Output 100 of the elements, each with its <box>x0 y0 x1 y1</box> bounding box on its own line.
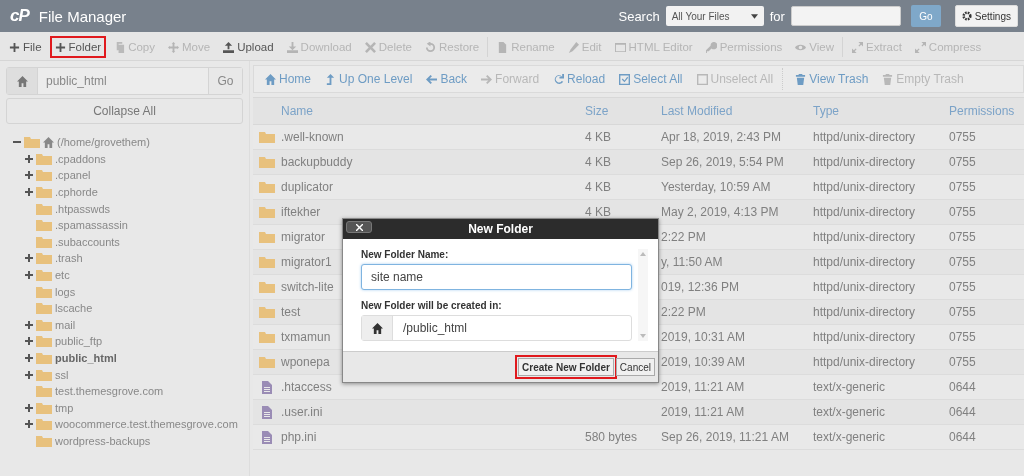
tree-item[interactable]: wordpress-backups <box>55 435 151 447</box>
column-header[interactable]: Type <box>813 104 949 118</box>
expand-icon[interactable] <box>25 154 33 163</box>
table-cell: 0755 <box>949 330 976 344</box>
location-field[interactable]: /public_html <box>361 315 632 341</box>
tree-item[interactable]: woocommerce.test.themesgrove.com <box>55 418 238 431</box>
close-icon <box>355 223 363 231</box>
expand-icon[interactable] <box>25 403 33 412</box>
column-header[interactable]: Last Modified <box>661 104 813 118</box>
expand-icon[interactable] <box>25 171 33 180</box>
folder-icon <box>259 256 275 268</box>
toolbar-button[interactable]: File <box>4 36 47 58</box>
tree-item[interactable]: public_html <box>55 352 117 364</box>
table-cell: 019, 12:36 PM <box>661 280 740 294</box>
file-name[interactable]: .well-known <box>281 130 585 144</box>
folder-icon <box>36 385 52 398</box>
table-cell: httpd/unix-directory <box>813 255 916 269</box>
table-cell: 0755 <box>949 255 976 269</box>
pencil-icon <box>567 41 579 53</box>
expand-icon[interactable] <box>25 188 33 197</box>
nav-button[interactable]: Up One Level <box>320 72 418 86</box>
tree-item[interactable]: lscache <box>55 302 93 315</box>
expand-icon[interactable] <box>25 354 33 362</box>
column-header[interactable]: Size <box>585 104 661 118</box>
left-arrow-icon <box>426 73 438 85</box>
expand-icon[interactable] <box>25 337 33 346</box>
folder-icon <box>36 152 52 165</box>
search-label: Search <box>618 8 660 24</box>
field-label: New Folder will be created in: <box>361 300 503 311</box>
close-button[interactable] <box>346 221 372 233</box>
table-cell: 0644 <box>949 405 976 419</box>
go-button[interactable]: Go <box>208 68 242 94</box>
folder-icon <box>36 352 52 364</box>
tree-item[interactable]: .cpanel <box>55 169 91 182</box>
folder-icon <box>36 285 52 298</box>
tree-item[interactable]: ssl <box>55 368 69 381</box>
folder-name-field[interactable]: site name <box>361 264 632 290</box>
expand-icon[interactable] <box>25 320 33 329</box>
toolbar-button[interactable]: Folder <box>49 36 107 58</box>
expand-icon[interactable] <box>25 370 33 379</box>
column-header[interactable]: Permissions <box>949 104 1024 118</box>
tree-item[interactable]: etc <box>55 269 70 282</box>
plus-icon <box>54 41 66 53</box>
expand-icon <box>914 41 926 53</box>
tree-item[interactable]: .htpasswds <box>55 202 111 215</box>
tree-item[interactable]: (/home/grovethem) <box>57 136 150 149</box>
nav-button[interactable]: Select All <box>614 72 688 86</box>
table-cell: 4 KB <box>585 205 611 219</box>
field-label: New Folder Name: <box>361 249 450 260</box>
expand-icon[interactable] <box>25 271 33 280</box>
column-header[interactable]: Name <box>281 104 585 118</box>
file-icon <box>262 430 272 444</box>
settings-button[interactable]: Settings <box>954 5 1018 27</box>
nav-button[interactable]: Reload <box>548 72 611 86</box>
tree-item[interactable]: test.themesgrove.com <box>55 385 164 398</box>
go-button[interactable]: Go <box>910 5 941 27</box>
folder-icon <box>259 281 275 293</box>
toolbar-button[interactable]: Upload <box>218 36 279 58</box>
table-cell: httpd/unix-directory <box>813 305 916 319</box>
app-title: File Manager <box>38 7 127 25</box>
undo-icon <box>425 41 436 53</box>
file-name[interactable]: duplicator <box>281 180 585 194</box>
tree-item[interactable]: .subaccounts <box>55 235 120 248</box>
expand-icon[interactable] <box>25 420 33 429</box>
search-scope-dropdown[interactable]: All Your Files <box>665 6 764 26</box>
folder-icon <box>36 219 52 232</box>
folder-icon <box>36 269 52 282</box>
search-field[interactable] <box>790 6 901 26</box>
tree-item[interactable]: logs <box>55 285 76 298</box>
checkbox-icon <box>619 73 631 85</box>
file-name[interactable]: .htaccess <box>281 380 585 394</box>
tree-item[interactable]: .trash <box>55 252 83 265</box>
home-icon <box>265 73 276 85</box>
x-icon <box>364 41 376 53</box>
file-name[interactable]: iftekher <box>281 205 585 219</box>
path-field[interactable]: public_html Go <box>6 67 243 95</box>
expand-icon[interactable] <box>25 254 33 263</box>
folder-icon <box>36 252 52 265</box>
empty-checkbox-icon <box>696 73 708 85</box>
file-name[interactable]: backupbuddy <box>281 155 585 169</box>
tree-item[interactable]: .spamassassin <box>55 219 128 232</box>
file-name[interactable]: .user.ini <box>281 405 585 419</box>
for-label: for <box>769 8 785 24</box>
nav-button[interactable]: Home <box>260 72 316 86</box>
folder-icon <box>36 401 52 414</box>
nav-button[interactable]: View Trash <box>790 72 874 86</box>
create-folder-button[interactable]: Create New Folder <box>518 358 614 376</box>
tree-item[interactable]: mail <box>55 318 76 331</box>
cancel-button[interactable]: Cancel <box>615 358 655 376</box>
nav-button[interactable]: Back <box>421 72 473 86</box>
file-name[interactable]: php.ini <box>281 430 585 444</box>
up-arrow-icon <box>325 73 336 85</box>
collapse-all-button[interactable]: Collapse All <box>6 98 243 124</box>
tree-item[interactable]: tmp <box>55 401 74 414</box>
table-cell: httpd/unix-directory <box>813 130 916 144</box>
tree-item[interactable]: .cphorde <box>55 186 98 199</box>
tree-item[interactable]: public_ftp <box>55 335 103 348</box>
table-cell: text/x-generic <box>813 430 886 444</box>
folder-icon <box>36 418 52 431</box>
tree-item[interactable]: .cpaddons <box>55 152 106 165</box>
